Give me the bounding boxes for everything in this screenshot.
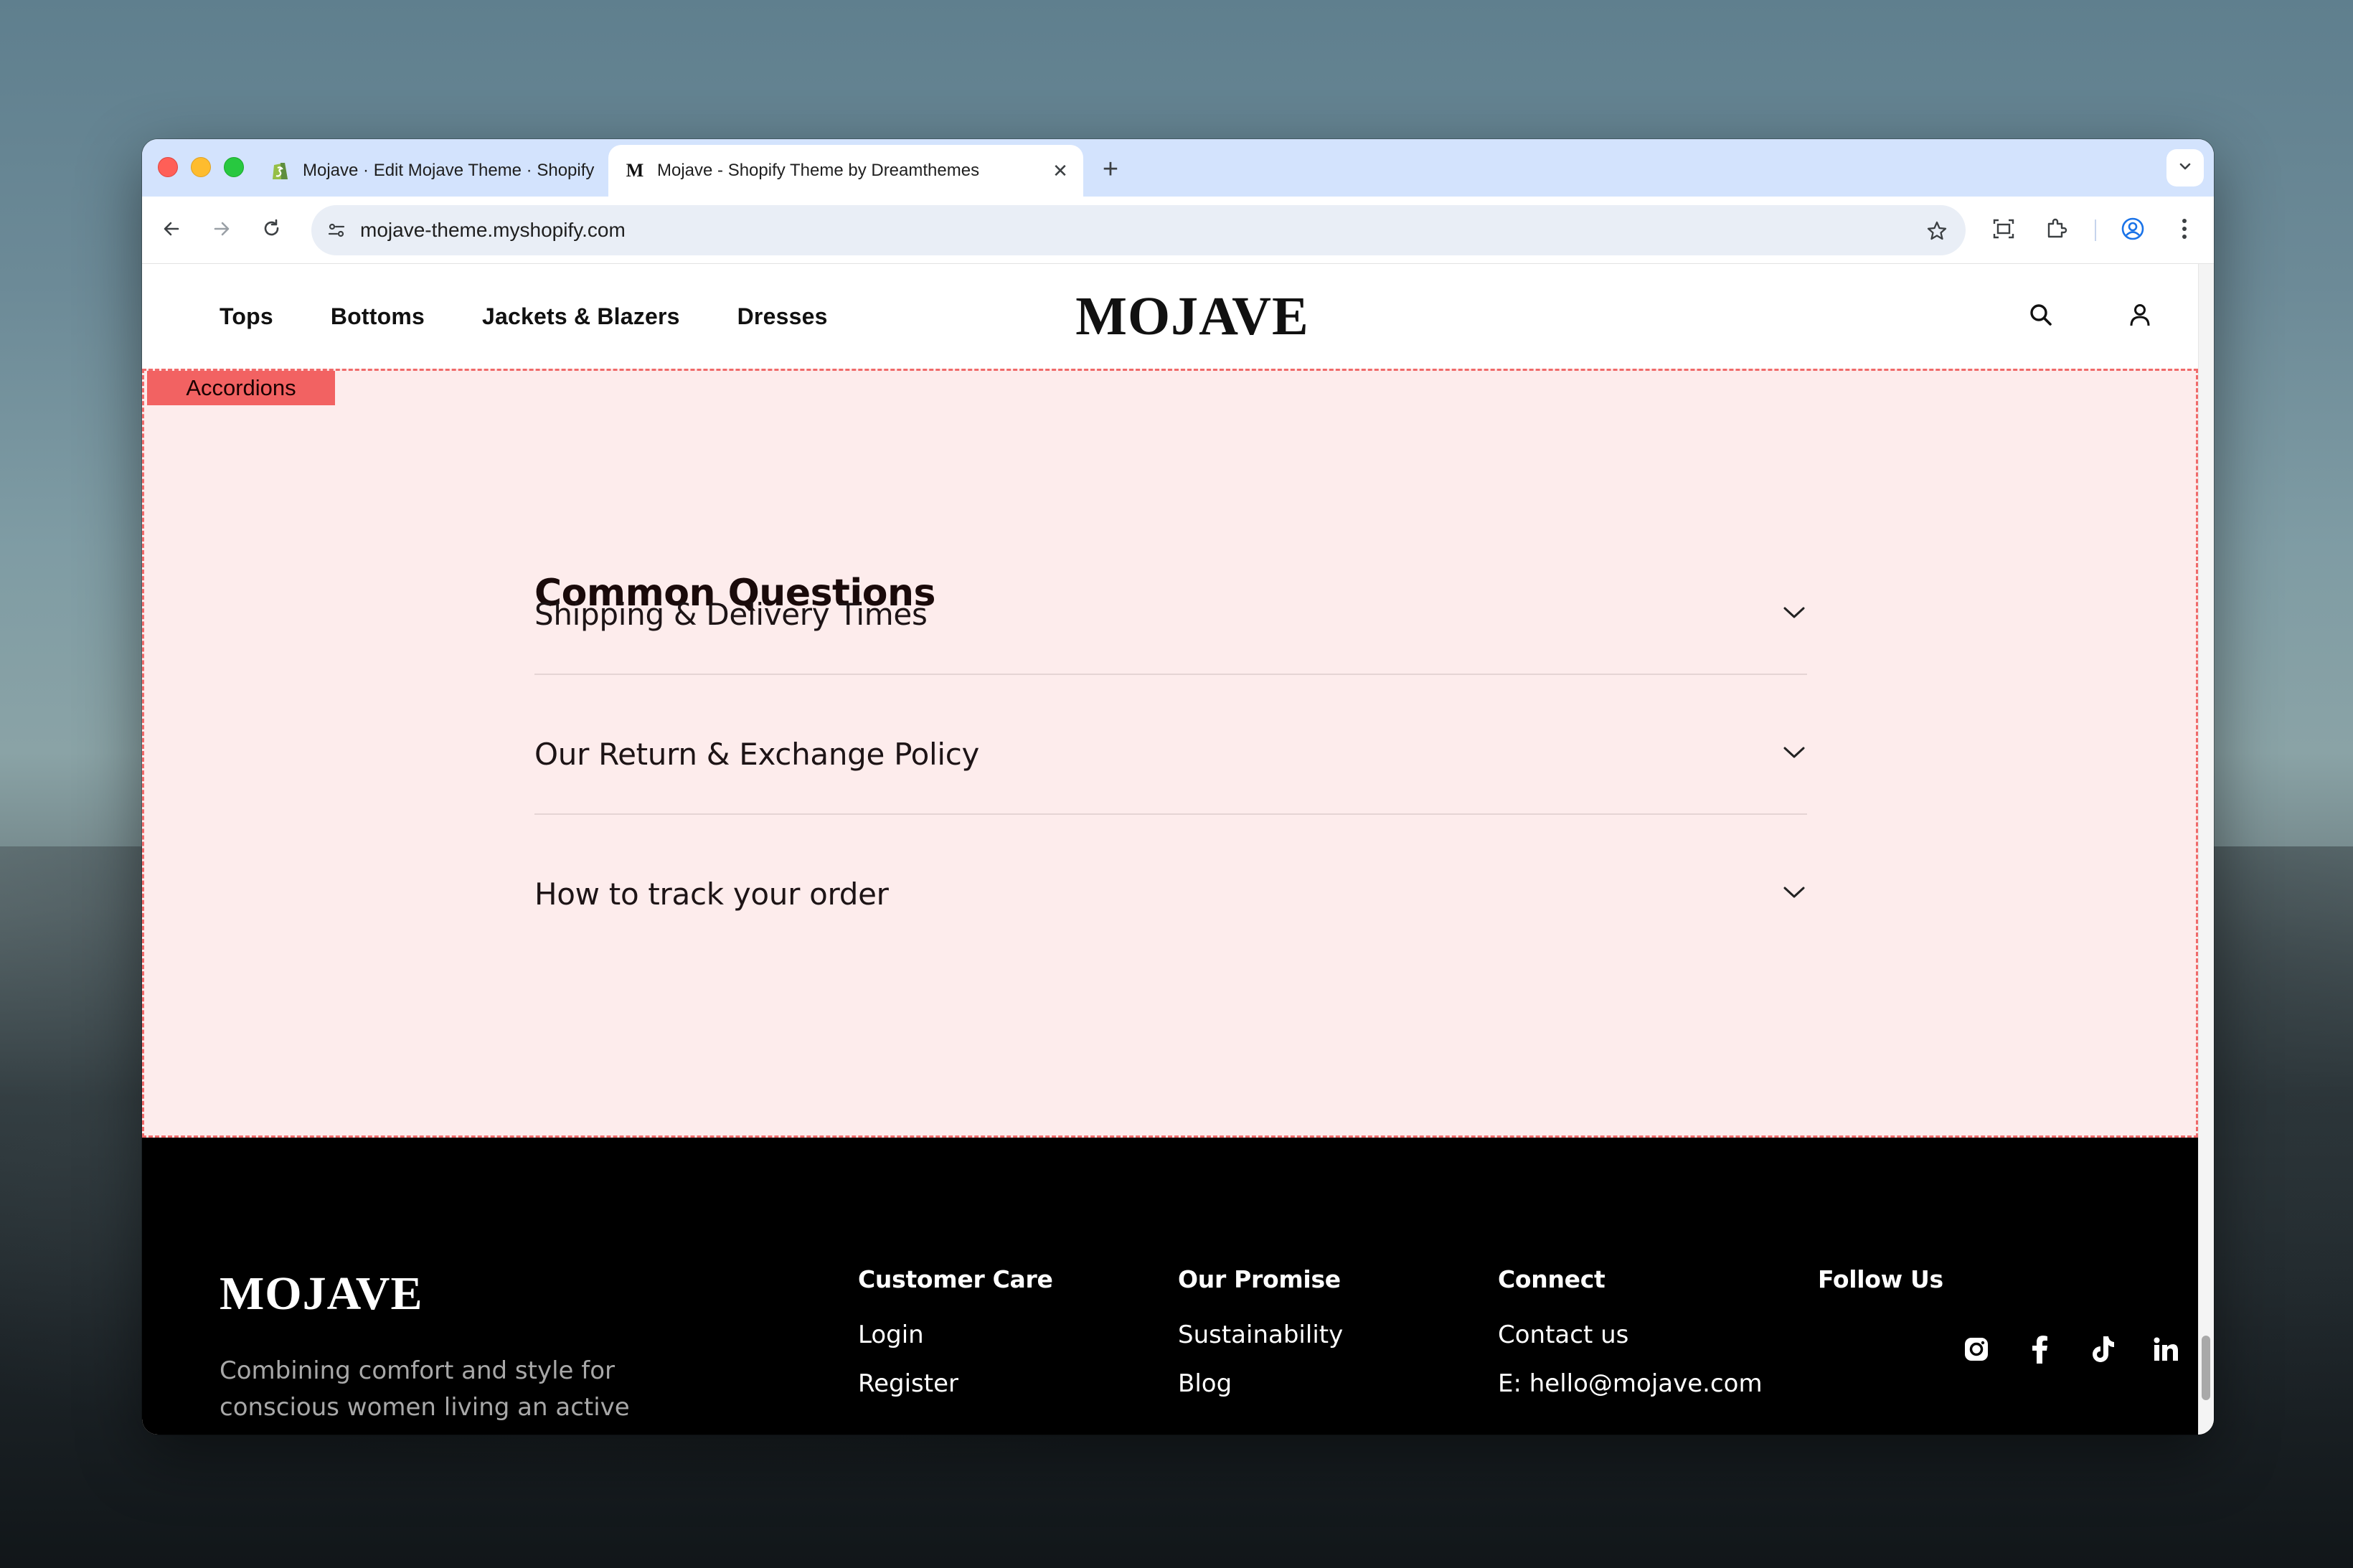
shopify-icon xyxy=(270,160,291,181)
accordion-question: Our Return & Exchange Policy xyxy=(534,736,980,772)
footer-link-sustainability[interactable]: Sustainability xyxy=(1178,1321,1343,1349)
nav-link-dresses[interactable]: Dresses xyxy=(737,303,828,330)
new-tab-button[interactable]: + xyxy=(1090,149,1131,189)
social-links xyxy=(1960,1333,2182,1366)
instagram-icon[interactable] xyxy=(1960,1333,1993,1366)
footer-column-connect: Connect Contact us E: hello@mojave.com xyxy=(1498,1265,1763,1398)
page-scrollbar[interactable] xyxy=(2198,264,2214,1435)
screenshot-button[interactable] xyxy=(1986,212,2022,248)
close-tab-icon[interactable]: ✕ xyxy=(1046,160,1075,182)
site-logo[interactable]: MOJAVE xyxy=(1049,284,1336,349)
browser-toolbar: mojave-theme.myshopify.com xyxy=(142,197,2214,264)
chevron-down-icon xyxy=(1781,884,1807,905)
chevron-down-icon xyxy=(2177,159,2193,178)
footer-link-email[interactable]: E: hello@mojave.com xyxy=(1498,1369,1763,1398)
toolbar-divider xyxy=(2095,219,2096,241)
tab-search-button[interactable] xyxy=(2166,149,2204,186)
site-settings-icon[interactable] xyxy=(326,219,347,241)
tab-strip: Mojave · Edit Mojave Theme · Shopify ✕ M… xyxy=(142,139,2214,197)
puzzle-icon xyxy=(2045,217,2069,245)
site-header: Tops Bottoms Jackets & Blazers Dresses M… xyxy=(142,264,2198,369)
maximize-window-button[interactable] xyxy=(224,157,244,177)
profile-icon xyxy=(2120,216,2146,245)
footer-link-contact-us[interactable]: Contact us xyxy=(1498,1321,1763,1349)
web-page: Tops Bottoms Jackets & Blazers Dresses M… xyxy=(142,264,2198,1435)
arrow-right-icon xyxy=(211,218,232,243)
footer-link-login[interactable]: Login xyxy=(858,1321,1053,1349)
footer-column-heading: Connect xyxy=(1498,1265,1605,1293)
footer-link-register[interactable]: Register xyxy=(858,1369,1053,1398)
nav-link-bottoms[interactable]: Bottoms xyxy=(331,303,425,330)
nav-link-jackets-blazers[interactable]: Jackets & Blazers xyxy=(482,303,680,330)
screen-capture-icon xyxy=(1991,217,2016,245)
nav-link-tops[interactable]: Tops xyxy=(220,303,273,330)
mojave-m-icon: M xyxy=(626,160,644,181)
site-footer: MOJAVE Combining comfort and style for c… xyxy=(142,1138,2198,1435)
reload-button[interactable] xyxy=(254,212,290,248)
facebook-icon[interactable] xyxy=(2023,1333,2056,1366)
footer-column-heading: Follow Us xyxy=(1818,1265,1943,1293)
account-icon xyxy=(2126,301,2154,333)
tab-mojave-store[interactable]: M Mojave - Shopify Theme by Dreamthemes … xyxy=(608,145,1083,197)
footer-column-customer-care: Customer Care Login Register xyxy=(858,1265,1053,1398)
tiktok-icon[interactable] xyxy=(2086,1333,2119,1366)
footer-tagline: Combining comfort and style for consciou… xyxy=(220,1356,630,1422)
section-label[interactable]: Accordions xyxy=(147,371,335,405)
search-icon xyxy=(2027,301,2055,333)
browser-window: Mojave · Edit Mojave Theme · Shopify ✕ M… xyxy=(142,139,2214,1435)
accordions-section: Accordions Common Questions Shipping & D… xyxy=(142,369,2198,1138)
scrollbar-thumb[interactable] xyxy=(2202,1336,2210,1400)
kebab-menu-icon xyxy=(2181,217,2188,244)
chevron-down-icon xyxy=(1781,744,1807,765)
accordion-item[interactable]: Shipping & Delivery Times xyxy=(534,544,1807,684)
footer-link-blog[interactable]: Blog xyxy=(1178,1369,1343,1398)
footer-column-heading: Customer Care xyxy=(858,1265,1053,1293)
extensions-button[interactable] xyxy=(2039,212,2075,248)
address-bar[interactable]: mojave-theme.myshopify.com xyxy=(311,205,1966,255)
chevron-down-icon xyxy=(1781,604,1807,625)
forward-button[interactable] xyxy=(204,212,240,248)
back-button[interactable] xyxy=(154,212,189,248)
search-button[interactable] xyxy=(2022,297,2060,336)
close-window-button[interactable] xyxy=(158,157,178,177)
minimize-window-button[interactable] xyxy=(191,157,211,177)
browser-menu-button[interactable] xyxy=(2166,212,2202,248)
footer-logo[interactable]: MOJAVE xyxy=(220,1267,423,1321)
tab-title: Mojave - Shopify Theme by Dreamthemes xyxy=(657,161,980,180)
footer-column-heading: Our Promise xyxy=(1178,1265,1341,1293)
footer-column-our-promise: Our Promise Sustainability Blog xyxy=(1178,1265,1343,1398)
main-navigation: Tops Bottoms Jackets & Blazers Dresses xyxy=(220,264,828,369)
accordion-divider xyxy=(534,674,1807,675)
accordion-item[interactable]: Our Return & Exchange Policy xyxy=(534,684,1807,823)
linkedin-icon[interactable] xyxy=(2149,1333,2182,1366)
bookmark-star-icon[interactable] xyxy=(1925,219,1948,242)
accordion-question: How to track your order xyxy=(534,876,889,912)
reload-icon xyxy=(261,218,283,243)
profile-button[interactable] xyxy=(2115,212,2151,248)
account-button[interactable] xyxy=(2121,297,2159,336)
accordion-item[interactable]: How to track your order xyxy=(534,824,1807,963)
arrow-left-icon xyxy=(161,218,182,243)
url-text: mojave-theme.myshopify.com xyxy=(360,219,626,241)
accordion-divider xyxy=(534,813,1807,815)
footer-column-follow-us: Follow Us xyxy=(1818,1265,1943,1293)
accordion-question: Shipping & Delivery Times xyxy=(534,596,928,632)
